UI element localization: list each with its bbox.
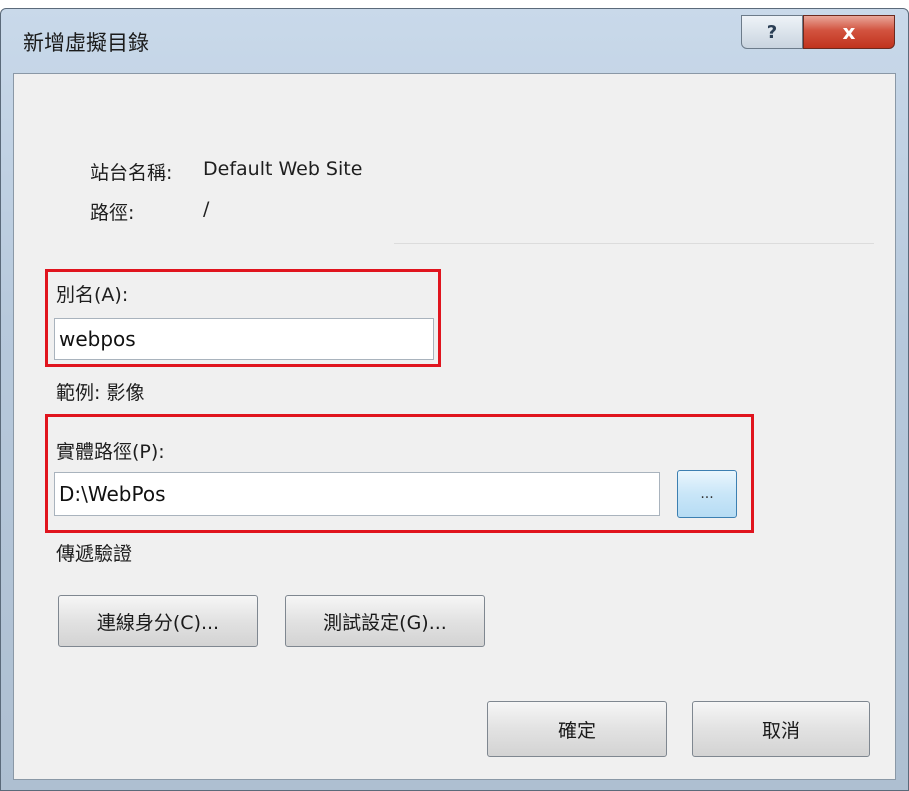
dialog-content: 站台名稱: Default Web Site 路徑: / 別名(A): 範例: … (13, 73, 896, 780)
help-icon: ? (766, 21, 778, 43)
alias-label: 別名(A): (56, 284, 129, 306)
physical-path-label: 實體路徑(P): (56, 441, 165, 463)
close-icon: x (842, 20, 856, 44)
site-name-label: 站台名稱: (90, 162, 173, 184)
pass-through-label: 傳遞驗證 (56, 543, 133, 565)
connect-as-label: 連線身分(C)... (96, 611, 220, 634)
ok-button[interactable]: 確定 (487, 701, 667, 757)
site-name-value: Default Web Site (203, 158, 363, 180)
browse-button[interactable]: ... (677, 470, 737, 518)
close-button[interactable]: x (803, 15, 895, 49)
title-bar[interactable]: 新增虛擬目錄 ? x (1, 9, 908, 73)
connect-as-button[interactable]: 連線身分(C)... (58, 595, 258, 647)
dialog-window: 新增虛擬目錄 ? x 站台名稱: Default Web Site 路徑: / … (0, 8, 909, 791)
help-button[interactable]: ? (741, 15, 803, 49)
physical-path-input[interactable] (54, 472, 660, 516)
test-settings-label: 測試設定(G)... (323, 611, 447, 634)
test-settings-button[interactable]: 測試設定(G)... (285, 595, 485, 647)
cancel-button[interactable]: 取消 (692, 701, 870, 757)
divider (394, 243, 874, 244)
path-label: 路徑: (90, 202, 135, 224)
browse-label: ... (700, 486, 714, 502)
path-value: / (203, 198, 210, 220)
dialog-title: 新增虛擬目錄 (23, 31, 149, 55)
ok-label: 確定 (557, 719, 596, 742)
cancel-label: 取消 (761, 719, 800, 742)
alias-example: 範例: 影像 (56, 382, 145, 404)
alias-input[interactable] (54, 318, 434, 360)
